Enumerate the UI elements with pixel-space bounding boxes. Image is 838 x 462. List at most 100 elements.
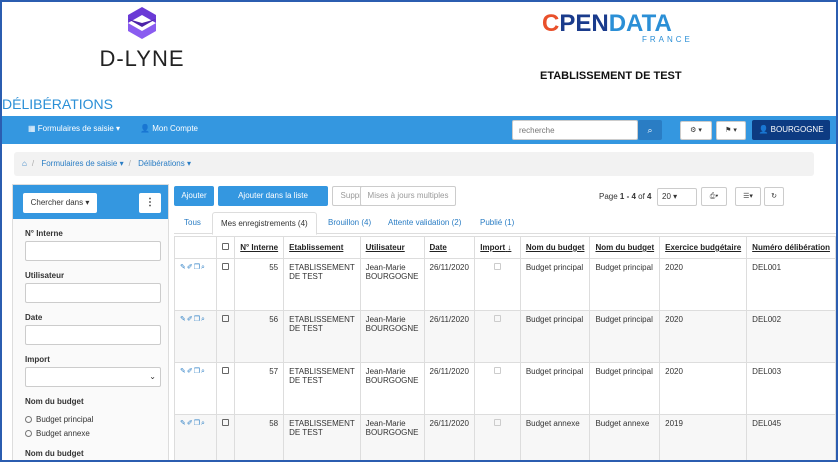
nav-mon-compte[interactable]: 👤 Mon Compte bbox=[140, 124, 198, 133]
record-tabs: Tous Mes enregistrements (4) Brouillon (… bbox=[174, 212, 836, 235]
tab-attente-validation[interactable]: Attente validation (2) bbox=[388, 218, 461, 227]
import-checkbox bbox=[474, 362, 521, 415]
more-options-icon[interactable]: ⋮ bbox=[139, 193, 161, 213]
col-nom-budget-2[interactable]: Nom du budget bbox=[589, 236, 661, 259]
edit-icon: ✎ bbox=[180, 420, 187, 427]
table-row[interactable]: ✎✐❐⌕ 56 ETABLISSEMENT DE TEST Jean-Marie… bbox=[173, 310, 836, 363]
edit-doc-icon: ✐ bbox=[186, 264, 194, 271]
search-icon: ⌕ bbox=[647, 125, 653, 135]
records-table: N° Interne Etablissement Utilisateur Dat… bbox=[173, 236, 836, 460]
breadcrumb: ⌂ / Formulaires de saisie ▾ / Délibération… bbox=[14, 152, 814, 176]
ajouter-liste-button[interactable]: Ajouter dans la liste bbox=[218, 186, 328, 206]
etablissement-name: ETABLISSEMENT DE TEST bbox=[540, 70, 682, 82]
edit-doc-icon: ✐ bbox=[186, 368, 194, 375]
date-input[interactable] bbox=[25, 325, 161, 345]
settings-menu-button[interactable]: ⚙ ▾ bbox=[680, 121, 712, 140]
edit-icon: ✎ bbox=[180, 316, 187, 323]
copy-icon: ❐ bbox=[193, 368, 202, 375]
table-header-row: N° Interne Etablissement Utilisateur Dat… bbox=[173, 236, 836, 259]
filter-panel-header: Chercher dans ▾ ⋮ bbox=[13, 185, 168, 219]
select-all-checkbox[interactable] bbox=[216, 236, 236, 259]
tab-mes-enregistrements[interactable]: Mes enregistrements (4) bbox=[212, 212, 317, 235]
home-icon[interactable]: ⌂ bbox=[22, 159, 27, 168]
label-budget-2: Nom du budget bbox=[25, 449, 84, 458]
table-row[interactable]: ✎✐❐⌕ 57 ETABLISSEMENT DE TEST Jean-Marie… bbox=[173, 362, 836, 415]
search-button[interactable]: ⌕ bbox=[638, 120, 662, 140]
radio-budget-principal[interactable]: Budget principal bbox=[25, 415, 93, 424]
col-nom-budget[interactable]: Nom du budget bbox=[519, 236, 591, 259]
col-exercice[interactable]: Exercice budgétaire bbox=[659, 236, 748, 259]
search-input[interactable] bbox=[512, 120, 638, 140]
import-checkbox bbox=[474, 258, 521, 311]
refresh-button[interactable]: ↻ bbox=[764, 187, 784, 206]
app-frame: D-LYNE CPENDATA FRANCE ETABLISSEMENT DE … bbox=[2, 2, 836, 460]
row-actions[interactable]: ✎✐❐⌕ bbox=[173, 310, 218, 363]
chercher-dans-button[interactable]: Chercher dans ▾ bbox=[23, 193, 97, 213]
page-title: DÉLIBÉRATIONS bbox=[2, 96, 113, 112]
filter-panel: Chercher dans ▾ ⋮ N° Interne Utilisateur… bbox=[12, 184, 169, 460]
label-import: Import bbox=[25, 355, 50, 364]
refresh-icon: ↻ bbox=[771, 193, 777, 200]
brand-name: D-LYNE bbox=[99, 46, 185, 71]
flag-icon: ⚑ bbox=[725, 127, 732, 134]
copy-icon: ❐ bbox=[193, 420, 202, 427]
import-checkbox bbox=[474, 414, 521, 460]
col-date[interactable]: Date bbox=[423, 236, 476, 259]
row-actions[interactable]: ✎✐❐⌕ bbox=[173, 414, 218, 460]
sort-arrow-icon: ↓ bbox=[507, 243, 512, 252]
label-date: Date bbox=[25, 313, 43, 322]
dlyne-mark-icon bbox=[128, 7, 156, 39]
breadcrumb-formulaires[interactable]: Formulaires de saisie ▾ bbox=[41, 159, 123, 168]
edit-doc-icon: ✐ bbox=[186, 316, 194, 323]
user-icon: 👤 bbox=[140, 124, 150, 133]
label-interne: N° Interne bbox=[25, 229, 63, 238]
opendata-logo: CPENDATA FRANCE bbox=[542, 10, 693, 44]
col-import[interactable]: Import ↓ bbox=[474, 236, 521, 259]
top-navbar: ▦ Formulaires de saisie ▾ 👤 Mon Compte ⌕… bbox=[2, 116, 836, 144]
tab-publie[interactable]: Publié (1) bbox=[480, 218, 514, 227]
nav-formulaires[interactable]: ▦ Formulaires de saisie ▾ bbox=[28, 124, 120, 133]
col-interne[interactable]: N° Interne bbox=[234, 236, 285, 259]
radio-budget-annexe[interactable]: Budget annexe bbox=[25, 429, 90, 438]
row-checkbox[interactable] bbox=[216, 362, 236, 415]
row-checkbox[interactable] bbox=[216, 414, 236, 460]
printer-icon: ⎙ bbox=[709, 193, 716, 200]
list-icon: ☰ bbox=[743, 193, 750, 200]
search-icon: ⌕ bbox=[201, 316, 206, 323]
flag-menu-button[interactable]: ⚑ ▾ bbox=[716, 121, 746, 140]
search-icon: ⌕ bbox=[201, 420, 206, 427]
row-actions[interactable]: ✎✐❐⌕ bbox=[173, 362, 218, 415]
search-icon: ⌕ bbox=[201, 368, 206, 375]
row-actions[interactable]: ✎✐❐⌕ bbox=[173, 258, 218, 311]
copy-icon: ❐ bbox=[193, 264, 202, 271]
col-utilisateur[interactable]: Utilisateur bbox=[359, 236, 425, 259]
user-button[interactable]: 👤 BOURGOGNE bbox=[752, 120, 830, 140]
edit-icon: ✎ bbox=[180, 368, 187, 375]
label-utilisateur: Utilisateur bbox=[25, 271, 65, 280]
col-etablissement[interactable]: Etablissement bbox=[283, 236, 361, 259]
copy-icon: ❐ bbox=[193, 316, 202, 323]
breadcrumb-deliberations[interactable]: Délibérations ▾ bbox=[138, 159, 191, 168]
ajouter-button[interactable]: Ajouter bbox=[174, 186, 214, 206]
table-row[interactable]: ✎✐❐⌕ 55 ETABLISSEMENT DE TEST Jean-Marie… bbox=[173, 258, 836, 311]
edit-doc-icon: ✐ bbox=[186, 420, 194, 427]
tab-tous[interactable]: Tous bbox=[184, 218, 201, 227]
user-icon: 👤 bbox=[758, 125, 769, 134]
tab-brouillon[interactable]: Brouillon (4) bbox=[328, 218, 371, 227]
row-checkbox[interactable] bbox=[216, 310, 236, 363]
utilisateur-input[interactable] bbox=[25, 283, 161, 303]
table-row[interactable]: ✎✐❐⌕ 58 ETABLISSEMENT DE TEST Jean-Marie… bbox=[173, 414, 836, 460]
table-icon: ▦ bbox=[28, 124, 36, 133]
import-select[interactable]: ⌄ bbox=[25, 367, 161, 387]
page-size-select[interactable]: 20 ▾ bbox=[657, 188, 697, 206]
print-menu-button[interactable]: ⎙▾ bbox=[701, 187, 727, 206]
row-checkbox[interactable] bbox=[216, 258, 236, 311]
col-numero[interactable]: Numéro délibération bbox=[746, 236, 836, 259]
interne-input[interactable] bbox=[25, 241, 161, 261]
mises-a-jour-button[interactable]: Mises à jours multiples bbox=[360, 186, 456, 206]
chevron-down-icon: ⌄ bbox=[149, 372, 156, 381]
label-budget: Nom du budget bbox=[25, 397, 84, 406]
gear-icon: ⚙ bbox=[690, 127, 697, 134]
import-checkbox bbox=[474, 310, 521, 363]
columns-menu-button[interactable]: ☰▾ bbox=[735, 187, 761, 206]
